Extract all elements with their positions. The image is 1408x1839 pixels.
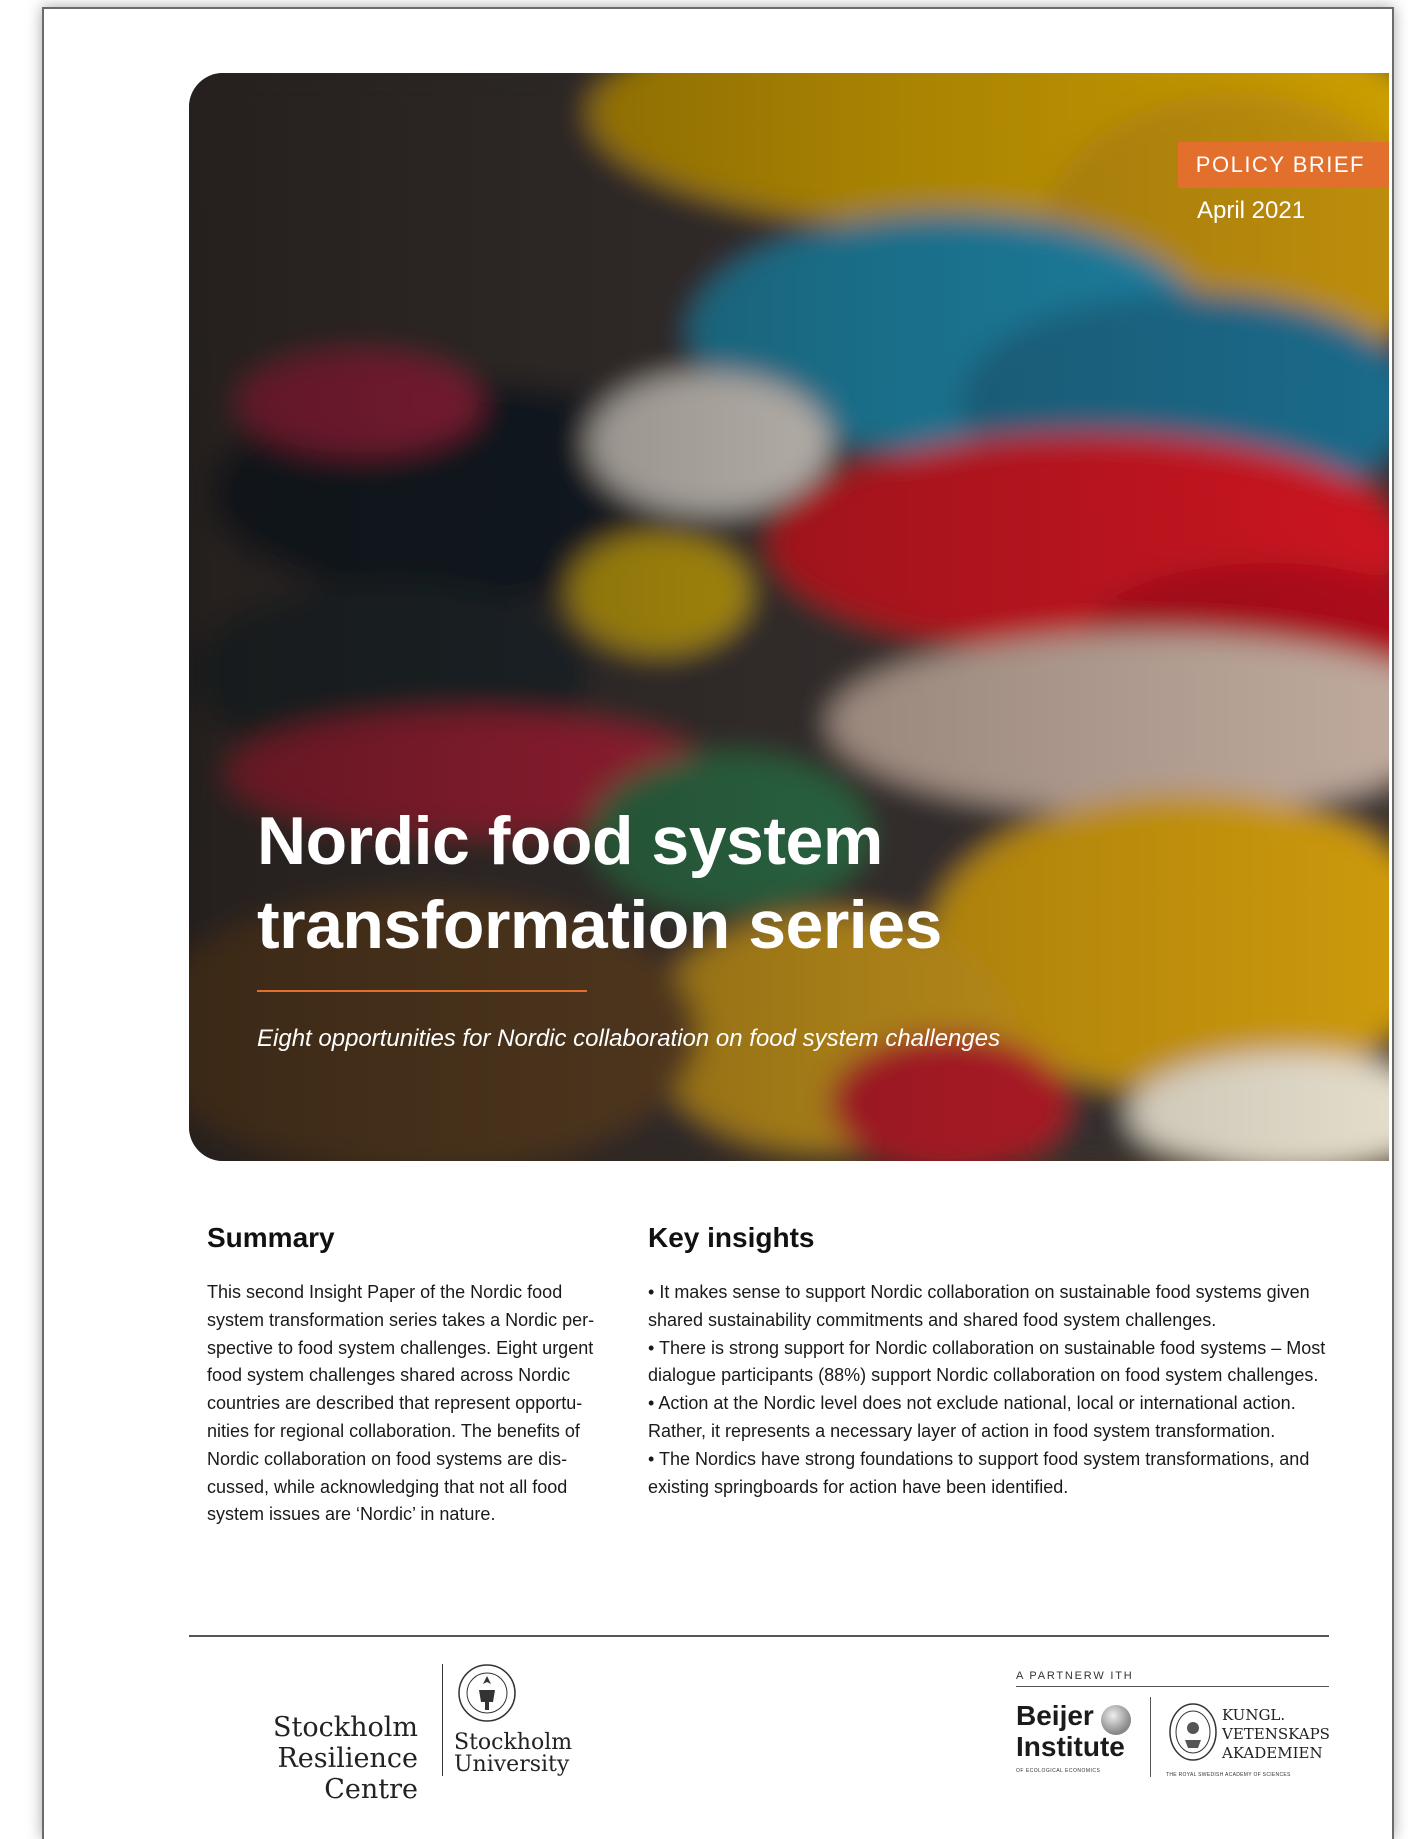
insight-item: Action at the Nordic level does not excl… (648, 1390, 1338, 1446)
policy-brief-badge: POLICY BRIEF (1177, 142, 1389, 188)
kva-logo: KUNGL. VETENSKAPS AKADEMIEN THE ROYAL SW… (1166, 1700, 1336, 1780)
insight-item: It makes sense to support Nordic collabo… (648, 1279, 1338, 1335)
kva-line-1: KUNGL. (1222, 1706, 1286, 1724)
title-line-1: Nordic food system (257, 803, 883, 879)
kva-line-3: AKADEMIEN (1222, 1744, 1323, 1762)
title-line-2: transformation series (257, 887, 942, 963)
stockholm-resilience-logo: Stockholm Resilience Centre Stockholm Un… (189, 1662, 589, 1805)
su-name: Stockholm University (454, 1732, 572, 1776)
globe-icon (1101, 1705, 1131, 1735)
logo-divider (442, 1664, 443, 1776)
insight-item: The Nordics have strong foundations to s… (648, 1446, 1338, 1502)
kva-line-2: VETENSKAPS (1222, 1725, 1330, 1743)
footer-divider (189, 1635, 1329, 1637)
src-name-line-2: Resilience Centre (277, 1743, 418, 1805)
image-overlay (189, 73, 1389, 1161)
su-name-line-2: University (454, 1752, 570, 1777)
beijer-subtitle: OF ECOLOGICAL ECONOMICS (1016, 1768, 1101, 1774)
summary-heading: Summary (207, 1222, 335, 1253)
insight-item: There is strong support for Nordic colla… (648, 1335, 1338, 1391)
title-divider (257, 990, 587, 992)
partner-divider (1016, 1686, 1329, 1687)
cover-image: POLICY BRIEF April 2021 Nordic food syst… (189, 73, 1389, 1161)
publication-date: April 2021 (1197, 197, 1306, 224)
src-name-line-1: Stockholm (273, 1712, 418, 1743)
partner-logo-divider (1150, 1697, 1151, 1777)
kva-name: KUNGL. VETENSKAPS AKADEMIEN (1222, 1706, 1330, 1763)
kva-subtitle: THE ROYAL SWEDISH ACADEMY OF SCIENCES (1166, 1772, 1291, 1778)
key-insights-heading: Key insights (648, 1222, 815, 1253)
page-title: Nordic food system transformation series (257, 799, 1157, 967)
summary-text: This second Insight Paper of the Nordic … (207, 1282, 595, 1525)
university-seal-icon (458, 1664, 516, 1722)
academy-seal-icon (1169, 1703, 1217, 1761)
beijer-line-1: Beijer (1016, 1700, 1094, 1731)
page-subtitle: Eight opportunities for Nordic collabora… (257, 1025, 1001, 1052)
partner-label: A PARTNERW ITH (1016, 1670, 1134, 1682)
key-insights-list: It makes sense to support Nordic collabo… (648, 1279, 1338, 1501)
beijer-institute-logo: Beijer Institute OF ECOLOGICAL ECONOMICS (1016, 1700, 1146, 1780)
